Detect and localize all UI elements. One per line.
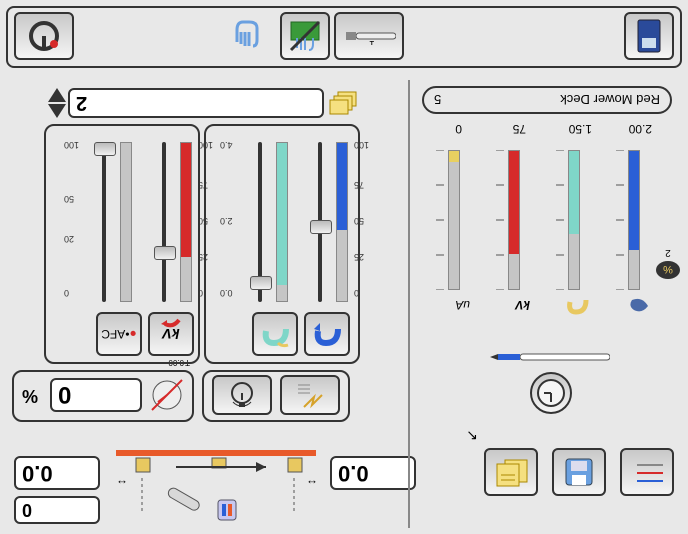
clock-button[interactable] <box>530 372 572 414</box>
spinner-up[interactable] <box>48 104 66 118</box>
spark-button[interactable] <box>280 375 340 415</box>
manual-button[interactable] <box>224 12 274 60</box>
trim-value[interactable]: 0 <box>50 378 142 412</box>
conveyor-diagram: ↔ ↔ <box>106 442 326 522</box>
single-gun-button[interactable]: 1 <box>334 12 404 60</box>
spray-panel <box>202 370 350 422</box>
svg-text:1: 1 <box>369 38 375 45</box>
slider-air2[interactable] <box>236 138 292 302</box>
notes-button[interactable] <box>484 448 538 496</box>
air2-icon-button[interactable] <box>252 312 298 356</box>
manual-off-button[interactable] <box>280 12 330 60</box>
status-icon-ua: uA <box>455 298 470 312</box>
spinner-down[interactable] <box>48 88 66 102</box>
reading-ua: 0 <box>455 122 462 136</box>
side-label-val: 0.00 <box>168 358 184 367</box>
timer-button[interactable] <box>212 375 272 415</box>
svg-text:%: % <box>663 263 673 275</box>
pen-icon <box>490 350 610 364</box>
afc-icon-button[interactable]: ●•AFC <box>96 312 142 356</box>
status-icon-air1 <box>626 296 652 316</box>
status-icon-air2 <box>566 296 590 316</box>
preset-number: 5 <box>434 93 441 108</box>
slider-air1[interactable] <box>296 138 352 302</box>
status-bar-air1 <box>608 140 648 290</box>
ready-button[interactable] <box>14 12 74 60</box>
status-bar-kv <box>488 140 528 290</box>
spinner-field[interactable]: 2 <box>68 88 324 118</box>
save-button[interactable] <box>552 448 606 496</box>
pct-badge: % 2 <box>654 247 682 282</box>
reading-kv: 75 <box>513 122 526 136</box>
preset-name: Red Mower Deck <box>560 93 660 108</box>
side-label-t: T <box>185 358 190 367</box>
status-icon-kv: kV <box>515 298 530 312</box>
air1-icon-button[interactable] <box>304 312 350 356</box>
svg-text:↔: ↔ <box>116 477 128 491</box>
svg-text:↔: ↔ <box>306 477 318 491</box>
guns-button[interactable] <box>620 448 674 496</box>
slider-afc[interactable] <box>80 138 136 302</box>
afc-label: •AFC <box>101 327 129 341</box>
slider-kv[interactable] <box>140 138 196 302</box>
kv-icon-button[interactable]: kV <box>148 312 194 356</box>
program-button[interactable] <box>624 12 674 60</box>
divider <box>408 80 410 528</box>
readout-small: 0 <box>14 496 100 524</box>
cards-icon <box>328 88 358 116</box>
cursor-icon: ↖ <box>466 427 478 444</box>
percent-label: % <box>22 385 38 406</box>
readout-right: 0.0 <box>330 456 416 490</box>
side-gauge-icon <box>148 376 186 414</box>
status-bar-air2 <box>548 140 588 290</box>
reading-air1: 2.00 <box>629 122 652 136</box>
reading-air2: 1.50 <box>569 122 592 136</box>
trim-panel: T 0.00 0 % <box>12 370 194 422</box>
readout-left: 0.0 <box>14 456 100 490</box>
status-bar-ua <box>428 140 468 290</box>
preset-field[interactable]: Red Mower Deck 5 <box>422 86 672 114</box>
